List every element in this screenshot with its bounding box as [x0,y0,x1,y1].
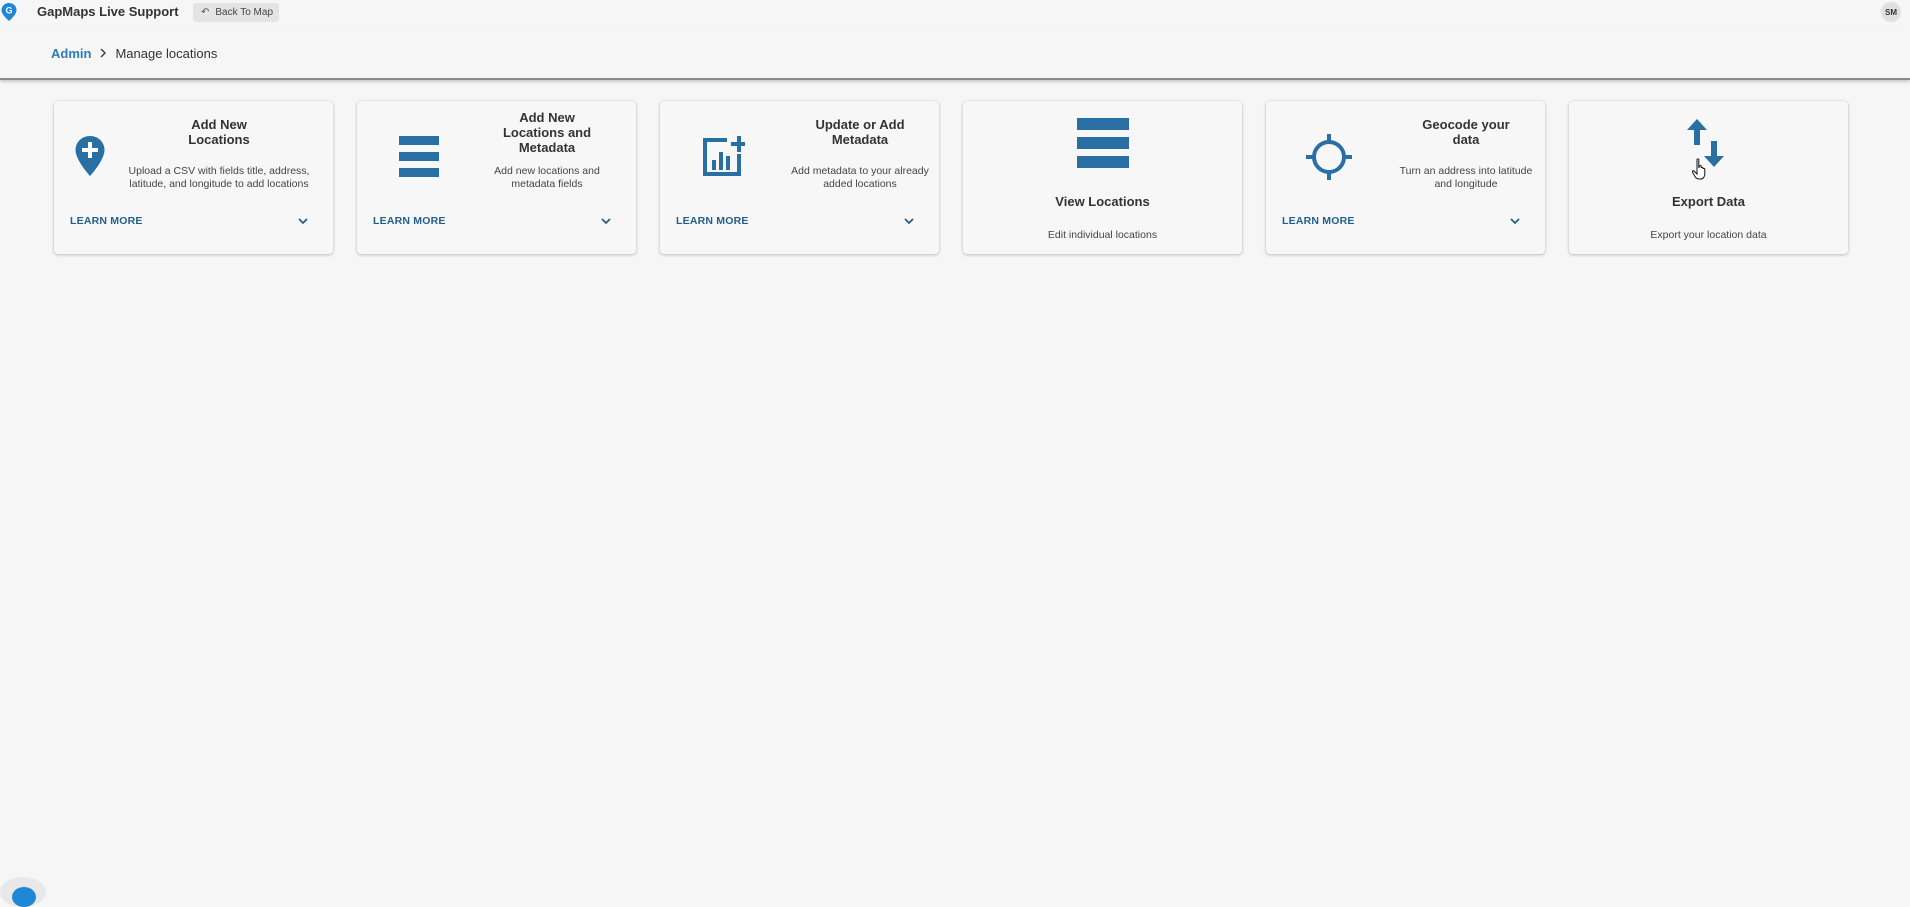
gapmaps-logo-icon[interactable]: G [0,2,18,22]
card-title-line: Locations and [502,125,592,140]
breadcrumb-bar: Admin Manage locations [0,26,1910,80]
card-title-line: data [1452,132,1480,147]
card-title: Update or Add Metadata [800,117,920,147]
hand-cursor-icon [1691,158,1706,180]
svg-text:G: G [5,6,12,16]
learn-more-link[interactable]: LEARN MORE [70,215,143,227]
card-title-line: Geocode your [1422,117,1510,132]
learn-more-link[interactable]: LEARN MORE [1282,215,1355,227]
card-update-or-add-metadata[interactable]: Update or Add Metadata Add metadata to y… [660,101,939,254]
card-add-new-locations-and-metadata[interactable]: Add New Locations and Metadata Add new l… [357,101,636,254]
card-title: Add New Locations and Metadata [497,110,597,155]
app-title: GapMaps Live Support [37,4,179,19]
breadcrumb: Admin Manage locations [51,46,217,61]
crosshair-icon [1306,134,1352,180]
card-title-line: Metadata [831,132,889,147]
card-description: Upload a CSV with fields title, address,… [114,165,324,191]
learn-more-link[interactable]: LEARN MORE [373,215,446,227]
card-description-line: latitude, and longitude to add locations [129,178,309,190]
breadcrumb-admin-link[interactable]: Admin [51,46,91,61]
location-plus-icon [75,136,105,176]
card-description-line: Add new locations and [494,165,600,177]
card-add-new-locations[interactable]: Add New Locations Upload a CSV with fiel… [54,101,333,254]
chevron-down-icon[interactable] [598,213,614,229]
card-title: Export Data [1672,194,1745,209]
list-bars-icon [399,136,439,177]
card-title-line: Update or Add [815,117,905,132]
chat-bubble-icon[interactable] [12,887,36,907]
chevron-down-icon[interactable] [901,213,917,229]
card-title-line: Add New [519,110,575,125]
breadcrumb-current: Manage locations [115,46,218,61]
card-description: Turn an address into latitude and longit… [1386,165,1546,191]
card-description-line: Add metadata to your already [791,165,929,177]
avatar[interactable]: SM [1881,2,1901,22]
card-title: Add New Locations [164,117,274,147]
card-title: Geocode your data [1401,117,1531,147]
card-title-line: Locations [188,132,250,147]
card-description-line: metadata fields [511,178,583,190]
back-arrow-icon: ↶ [201,7,210,18]
card-description: Add new locations and metadata fields [482,165,612,191]
back-to-map-button[interactable]: ↶ Back To Map [193,3,280,22]
learn-more-link[interactable]: LEARN MORE [676,215,749,227]
card-title: View Locations [1055,194,1150,209]
chevron-down-icon[interactable] [1507,213,1523,229]
chevron-right-icon [99,47,107,61]
chart-add-icon [703,136,745,176]
chevron-down-icon[interactable] [295,213,311,229]
card-geocode-your-data[interactable]: Geocode your data Turn an address into l… [1266,101,1545,254]
list-bars-icon [1077,118,1129,168]
card-view-locations[interactable]: View Locations Edit individual locations [963,101,1242,254]
card-description: Edit individual locations [1047,229,1158,241]
card-description-line: Turn an address into latitude [1399,165,1533,177]
card-description: Add metadata to your already added locat… [780,165,940,191]
card-description-line: and longitude [1434,178,1498,190]
card-description-line: Upload a CSV with fields title, address, [128,165,310,177]
card-title-line: Metadata [518,140,576,155]
card-description: Export your location data [1650,229,1767,241]
card-description-line: added locations [823,178,897,190]
top-bar: G GapMaps Live Support ↶ Back To Map SM [0,0,1910,26]
card-title-line: Add New [191,117,247,132]
back-to-map-label: Back To Map [215,7,274,18]
